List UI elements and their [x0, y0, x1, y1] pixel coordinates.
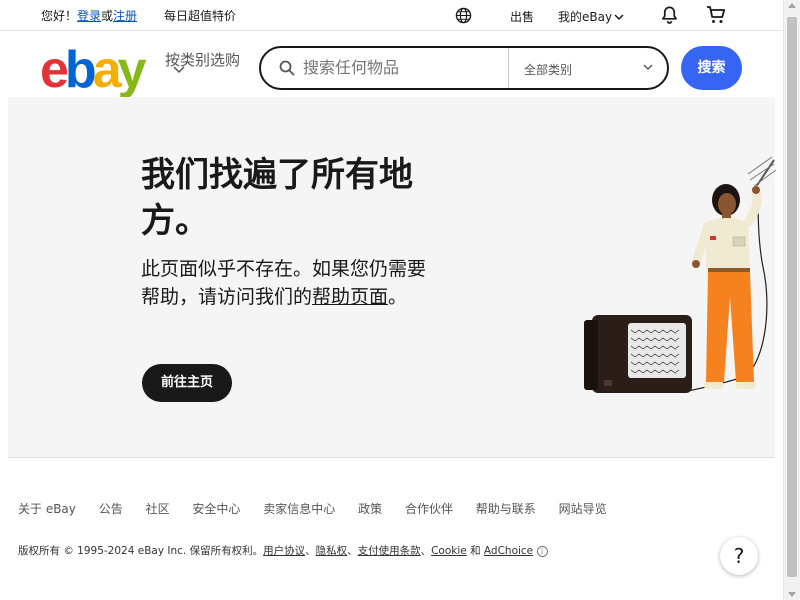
- daily-deals-link[interactable]: 每日超值特价: [164, 7, 236, 24]
- notification-bell-icon[interactable]: [660, 5, 679, 28]
- help-button[interactable]: ?: [720, 537, 758, 575]
- footer-link-site-map[interactable]: 网站导览: [559, 502, 607, 516]
- greeting: 您好！登录或注册: [41, 7, 137, 24]
- footer-link-policies[interactable]: 政策: [358, 502, 382, 516]
- cart-icon[interactable]: [706, 5, 726, 28]
- help-page-link[interactable]: 帮助页面: [312, 286, 388, 308]
- top-bar: 您好！登录或注册 每日超值特价 出售 我的eBay: [0, 0, 783, 31]
- vertical-scrollbar[interactable]: [783, 0, 800, 600]
- register-link[interactable]: 注册: [113, 9, 137, 23]
- privacy-link[interactable]: 隐私权: [316, 545, 348, 557]
- footer-link-help-contact[interactable]: 帮助与联系: [476, 502, 536, 516]
- adchoice-info-icon[interactable]: i: [536, 545, 548, 557]
- chevron-down-icon: [614, 14, 624, 21]
- woman-with-tv-illustration: [584, 156, 777, 393]
- footer-link-announcements[interactable]: 公告: [99, 502, 123, 516]
- user-agreement-link[interactable]: 用户协议: [263, 545, 305, 557]
- payments-terms-link[interactable]: 支付使用条款: [358, 545, 421, 557]
- chevron-down-icon: [643, 64, 653, 70]
- search-icon: [279, 60, 295, 76]
- shop-by-category-button[interactable]: 按类别选购: [165, 52, 240, 74]
- go-home-button[interactable]: 前往主页: [142, 364, 232, 402]
- my-ebay-label: 我的eBay: [558, 10, 613, 24]
- footer-link-community[interactable]: 社区: [146, 502, 170, 516]
- category-select[interactable]: 全部类别: [524, 61, 572, 78]
- scroll-down-arrow-icon[interactable]: [788, 592, 796, 597]
- footer-link-safety-center[interactable]: 安全中心: [192, 502, 240, 516]
- footer-link-seller-center[interactable]: 卖家信息中心: [263, 502, 335, 516]
- chevron-down-icon: [173, 66, 185, 74]
- login-link[interactable]: 登录: [77, 9, 101, 23]
- separator: 、: [347, 545, 358, 557]
- greeting-text: 您好！: [41, 9, 78, 23]
- or-text: 或: [101, 9, 114, 23]
- scrollbar-thumb[interactable]: [787, 17, 797, 577]
- ebay-logo[interactable]: ebay: [40, 44, 147, 96]
- page-title: 我们找遍了所有地方。: [141, 155, 413, 241]
- separator: 、: [420, 545, 432, 557]
- search-divider: [508, 48, 509, 88]
- my-ebay-menu[interactable]: 我的eBay: [558, 8, 624, 25]
- copyright-text: 版权所有 © 1995-2024 eBay Inc. 保留所有权利。: [18, 545, 264, 557]
- footer-divider: [8, 457, 775, 458]
- search-input[interactable]: [303, 58, 503, 77]
- footer-link-about[interactable]: 关于 eBay: [18, 502, 76, 516]
- footer-link-affiliates[interactable]: 合作伙伴: [405, 502, 453, 516]
- desc-suffix: 。: [388, 286, 408, 308]
- copyright: 版权所有 © 1995-2024 eBay Inc. 保留所有权利。用户协议、隐…: [18, 543, 548, 558]
- search-bar: 全部类别: [259, 46, 669, 90]
- globe-icon[interactable]: [455, 7, 472, 24]
- not-found-description: 此页面似乎不存在。如果您仍需要帮助，请访问我们的帮助页面。: [141, 255, 431, 311]
- scroll-up-arrow-icon[interactable]: [788, 3, 796, 8]
- adchoice-link[interactable]: AdChoice: [484, 545, 533, 557]
- separator: 、: [305, 545, 316, 557]
- and-text: 和: [466, 545, 484, 557]
- footer-links: 关于 eBay 公告 社区 安全中心 卖家信息中心 政策 合作伙伴 帮助与联系 …: [18, 500, 626, 517]
- search-button[interactable]: 搜索: [681, 46, 742, 90]
- sell-link[interactable]: 出售: [510, 8, 534, 25]
- not-found-hero: 我们找遍了所有地方。 此页面似乎不存在。如果您仍需要帮助，请访问我们的帮助页面。…: [8, 97, 777, 457]
- cookie-link[interactable]: Cookie: [431, 545, 467, 557]
